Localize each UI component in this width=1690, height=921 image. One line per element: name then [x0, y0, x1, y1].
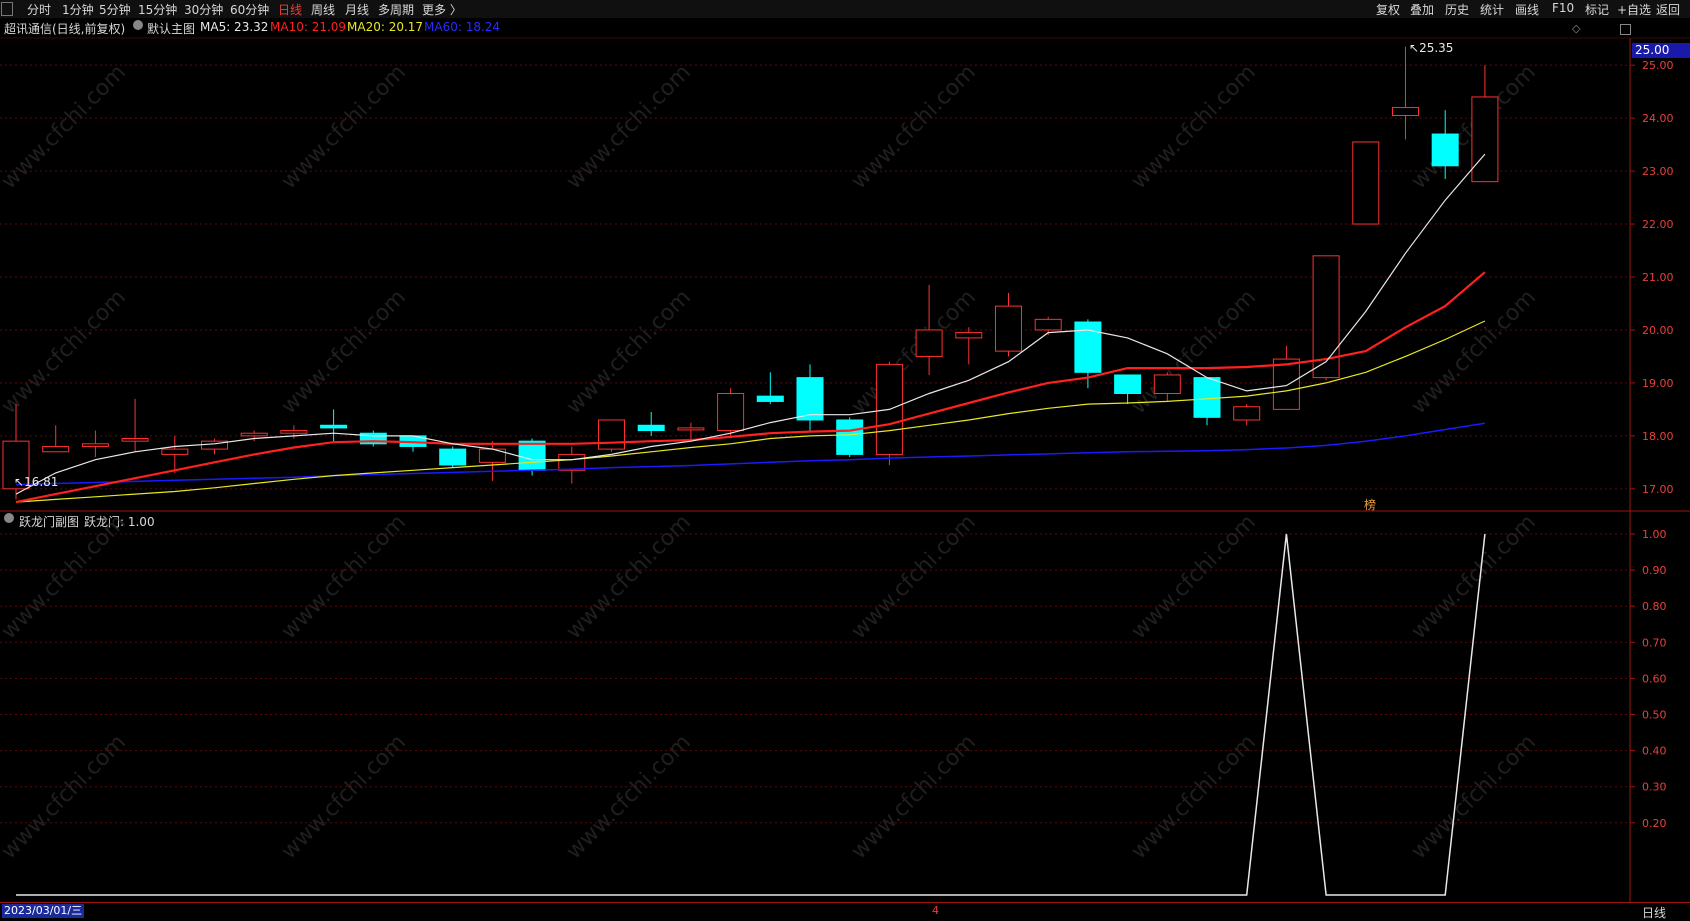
candle-body-down [836, 419, 864, 455]
candle-body-up [280, 430, 308, 434]
candle-body-up [717, 393, 745, 432]
candle-body-down [518, 440, 546, 471]
sub-tick-label: 0.20 [1642, 817, 1667, 830]
candle-body-up [558, 453, 586, 471]
watermark-text: www.cfchi.com [562, 730, 696, 864]
candle-body-up [240, 432, 268, 437]
sub-tick-label: 0.60 [1642, 672, 1667, 685]
watermark-text: www.cfchi.com [562, 285, 696, 419]
candle-body-down [1114, 374, 1142, 395]
watermark-text: www.cfchi.com [0, 285, 131, 419]
price-tick-label: 19.00 [1642, 377, 1674, 390]
candle-body-up [81, 443, 109, 447]
price-tick-label: 18.00 [1642, 430, 1674, 443]
watermark-text: www.cfchi.com [1407, 510, 1541, 644]
sub-tick-label: 0.50 [1642, 709, 1667, 722]
cursor-date: 2023/03/01/三 [2, 904, 85, 918]
watermark-text: www.cfchi.com [847, 510, 981, 644]
candle-body-up [121, 438, 149, 442]
watermark-text: www.cfchi.com [0, 60, 131, 194]
candle-body-up [1352, 141, 1380, 225]
status-period: 日线 [1641, 906, 1666, 920]
price-tick-label: 21.00 [1642, 271, 1674, 284]
candle-body-up [995, 305, 1022, 352]
price-axis: 25.00 24.00 23.00 22.00 21.00 20.00 19.00 18.00… [1630, 59, 1674, 830]
sub-tick-label: 0.30 [1642, 781, 1667, 794]
watermark-text: www.cfchi.com [277, 510, 411, 644]
candle-body-up [1233, 406, 1261, 421]
high-price-label: ↖25.35 [1409, 41, 1454, 55]
high-price-text: 25.35 [1419, 41, 1454, 55]
price-tick-label: 20.00 [1642, 324, 1674, 337]
status-bar: 2023/03/01/三 4 日线 [0, 902, 1690, 920]
low-price-text: 16.81 [24, 475, 59, 489]
candle-body-up [1272, 358, 1300, 410]
ma5-line [15, 153, 1486, 495]
watermark-text: www.cfchi.com [0, 510, 131, 644]
page-marker: 4 [932, 904, 939, 917]
candle-body-down [1193, 377, 1221, 418]
candlestick-chart [2, 46, 1499, 504]
candle-body-down [439, 448, 467, 466]
candle-body-up [1392, 107, 1419, 116]
candle-body-down [1431, 133, 1459, 167]
candle-body-down [637, 424, 665, 432]
watermark-text: www.cfchi.com [1407, 285, 1541, 419]
low-price-label: ↖16.81 [14, 475, 59, 489]
watermark-text: www.cfchi.com [1127, 60, 1261, 194]
candle-body-up [1153, 374, 1181, 395]
watermark-text: www.cfchi.com [277, 285, 411, 419]
watermark-text: www.cfchi.com [0, 730, 131, 864]
sub-tick-label: 0.90 [1642, 564, 1667, 577]
candle-body-up [598, 419, 625, 450]
candle-body-down [796, 377, 824, 421]
watermark-text: www.cfchi.com [1127, 510, 1261, 644]
price-tick-label: 25.00 [1642, 59, 1674, 72]
ma10-line [15, 271, 1486, 504]
sub-tick-label: 1.00 [1642, 528, 1667, 541]
watermark-text: www.cfchi.com [847, 730, 981, 864]
price-tick-label: 17.00 [1642, 483, 1674, 496]
sub-tick-label: 0.40 [1642, 745, 1667, 758]
candle-body-down [320, 424, 348, 429]
watermark-text: www.cfchi.com [1407, 730, 1541, 864]
current-price-tag: 25.00 [1632, 43, 1690, 58]
candle-body-down [756, 395, 784, 402]
watermark-text: www.cfchi.com [847, 60, 981, 194]
watermark-text: www.cfchi.com [1127, 730, 1261, 864]
candle-body-up [42, 445, 70, 453]
sub-tick-label: 0.70 [1642, 636, 1667, 649]
watermark-text: www.cfchi.com [562, 60, 696, 194]
candle-body-up [1034, 318, 1062, 331]
watermark-text: www.cfchi.com [562, 510, 696, 644]
candle-body-up [1471, 96, 1499, 183]
ma60-line [15, 422, 1486, 486]
candle-body-up [915, 329, 943, 357]
chart-canvas[interactable]: www.cfchi.com www.cfchi.com www.cfchi.com w… [0, 0, 1690, 919]
price-tick-label: 24.00 [1642, 112, 1674, 125]
price-tick-label: 23.00 [1642, 165, 1674, 178]
watermark-text: www.cfchi.com [277, 730, 411, 864]
ma20-line [15, 320, 1486, 503]
candle-body-up [955, 332, 983, 339]
price-tick-label: 22.00 [1642, 218, 1674, 231]
candle-body-up [677, 427, 705, 431]
watermark-text: www.cfchi.com [277, 60, 411, 194]
list-mark-badge[interactable]: 榜 [1364, 496, 1376, 513]
sub-tick-label: 0.80 [1642, 600, 1667, 613]
candle-body-up [161, 448, 189, 455]
